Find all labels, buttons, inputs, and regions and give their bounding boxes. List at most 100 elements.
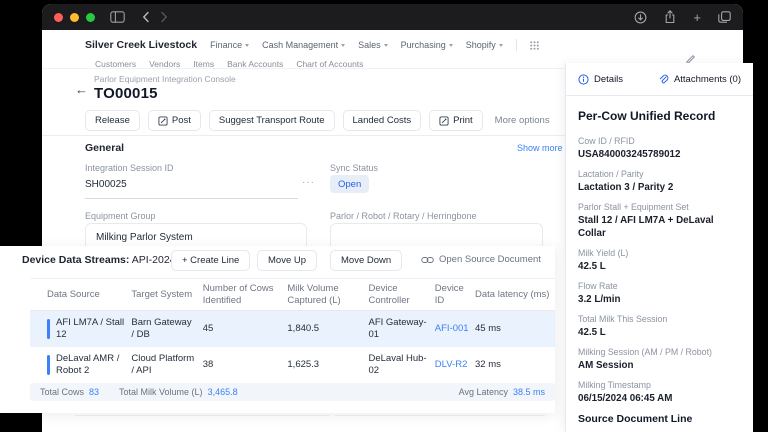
detail-field: Milking Timestamp 06/15/2024 06:45 AM — [578, 380, 741, 405]
company-name[interactable]: Silver Creek Livestock — [85, 39, 197, 51]
divider — [516, 39, 517, 51]
share-icon[interactable] — [664, 10, 676, 24]
app-navbar: Silver Creek Livestock Finance Cash Mana… — [85, 37, 733, 53]
detail-field: Cow ID / RFID USA840003245789012 — [578, 136, 741, 161]
page-title: TO00015 — [94, 85, 158, 102]
cell-milk-volume: 1,840.5 — [287, 311, 368, 347]
create-line-button[interactable]: + Create Line — [171, 250, 250, 271]
detail-field: Milk Yield (L) 42.5 L — [578, 248, 741, 273]
cell-device-controller: DeLaval Hub-02 — [368, 347, 434, 383]
parlor-type-label: Parlor / Robot / Rotary / Herringbone — [330, 211, 477, 221]
col-milk-volume: Milk Volume Captured (L) — [287, 279, 368, 310]
col-target-system: Target System — [131, 279, 202, 310]
close-window-button[interactable] — [54, 13, 63, 22]
info-icon — [578, 74, 589, 85]
detail-field: Flow Rate 3.2 L/min — [578, 281, 741, 306]
cell-cows: 38 — [203, 347, 288, 383]
chevron-down-icon — [449, 44, 453, 47]
menu-purchasing[interactable]: Purchasing — [401, 40, 453, 50]
col-device-controller: Device Controller — [368, 279, 434, 310]
table-footer: Total Cows 83 Total Milk Volume (L) 3,46… — [30, 383, 555, 401]
total-milk-volume: Total Milk Volume (L) 3,465.8 — [119, 387, 238, 397]
sidebar-tabbar: Details Attachments (0) — [566, 63, 753, 96]
cell-data-source: DeLaval AMR / Robot 2 — [30, 347, 131, 383]
status-badge: Open — [330, 175, 369, 193]
col-cows-identified: Number of Cows Identified — [203, 279, 288, 310]
back-arrow-icon[interactable]: ← — [75, 82, 88, 97]
apps-grid-icon[interactable] — [530, 41, 539, 50]
post-button[interactable]: Post — [148, 110, 201, 131]
minimize-window-button[interactable] — [70, 13, 79, 22]
cell-target-system: Cloud Platform / API — [131, 347, 202, 383]
col-device-id: Device ID — [435, 279, 475, 310]
action-toolbar: Release Post Suggest Transport Route Lan… — [85, 110, 554, 131]
avg-latency: Avg Latency 38.5 ms — [459, 387, 545, 397]
cell-milk-volume: 1,625.3 — [287, 347, 368, 383]
chevron-down-icon — [341, 44, 345, 47]
downloads-icon[interactable] — [634, 11, 647, 24]
field-ellipsis-icon[interactable]: ··· — [302, 177, 315, 188]
menu-cash-management[interactable]: Cash Management — [262, 40, 345, 50]
table-row[interactable]: AFI LM7A / Stall 12 Barn Gateway / DB 45… — [30, 311, 555, 347]
chevron-down-icon — [499, 44, 503, 47]
print-button[interactable]: Print — [429, 110, 483, 131]
zoom-window-button[interactable] — [86, 13, 95, 22]
menu-sales[interactable]: Sales — [358, 40, 388, 50]
device-data-streams-panel: Device Data Streams: API-2024 + Create L… — [0, 246, 555, 413]
session-id-field[interactable]: SH00025 — [85, 174, 298, 199]
col-data-latency: Data latency (ms) — [475, 279, 555, 310]
session-id-label: Integration Session ID — [85, 163, 174, 173]
streams-heading: Device Data Streams: API-2024 — [22, 254, 176, 266]
detail-field: Lactation / Parity Lactation 3 / Parity … — [578, 169, 741, 194]
release-button[interactable]: Release — [85, 110, 140, 131]
section-heading-general: General — [85, 142, 124, 154]
move-down-button[interactable]: Move Down — [330, 250, 402, 271]
section-heading-source-document-line: Source Document Line — [578, 413, 741, 425]
sidebar-icon[interactable] — [110, 11, 125, 23]
cell-latency: 45 ms — [475, 311, 555, 347]
equipment-group-label: Equipment Group — [85, 211, 156, 221]
col-data-source: Data Source — [30, 279, 131, 310]
cell-cows: 45 — [203, 311, 288, 347]
move-up-button[interactable]: Move Up — [257, 250, 317, 271]
show-more-link[interactable]: Show more — [517, 143, 563, 153]
breadcrumb[interactable]: Parlor Equipment Integration Console — [94, 74, 236, 84]
browser-titlebar: + — [42, 4, 743, 30]
device-id-link[interactable]: DLV-R2 — [435, 347, 475, 383]
tab-attachments[interactable]: Attachments (0) — [658, 74, 741, 85]
row-accent-bar — [47, 355, 50, 375]
link-chain-icon — [421, 256, 434, 264]
suggest-transport-route-button[interactable]: Suggest Transport Route — [209, 110, 335, 131]
landed-costs-button[interactable]: Landed Costs — [343, 110, 422, 131]
post-edit-icon — [158, 116, 168, 126]
row-accent-bar — [47, 319, 50, 339]
cell-latency: 32 ms — [475, 347, 555, 383]
cell-device-controller: AFI Gateway-01 — [368, 311, 434, 347]
paperclip-icon — [658, 74, 669, 85]
record-heading: Per-Cow Unified Record — [578, 109, 741, 123]
table-row[interactable]: DeLaval AMR / Robot 2 Cloud Platform / A… — [30, 347, 555, 383]
screen: { "browser": { "plus": "+" }, "app_heade… — [0, 0, 768, 432]
device-id-link[interactable]: AFI-001 — [435, 311, 475, 347]
tabs-icon[interactable] — [718, 11, 731, 23]
detail-field: Milking Session (AM / PM / Robot) AM Ses… — [578, 347, 741, 372]
cell-data-source: AFI LM7A / Stall 12 — [30, 311, 131, 347]
sidebar-body: Per-Cow Unified Record Cow ID / RFID USA… — [566, 109, 753, 432]
tab-details[interactable]: Details — [578, 74, 623, 85]
details-sidebar: Details Attachments (0) Per-Cow Unified … — [565, 63, 753, 432]
print-edit-icon — [439, 116, 449, 126]
chevron-down-icon — [245, 44, 249, 47]
back-icon[interactable] — [142, 11, 150, 23]
menu-shopify[interactable]: Shopify — [466, 40, 503, 50]
forward-icon[interactable] — [160, 11, 168, 23]
streams-table: Data Source Target System Number of Cows… — [30, 278, 555, 413]
field-underline — [335, 415, 545, 416]
more-options-button[interactable]: More options — [491, 115, 554, 126]
detail-field: Total Milk This Session 42.5 L — [578, 314, 741, 339]
new-tab-icon[interactable]: + — [693, 11, 701, 24]
cell-target-system: Barn Gateway / DB — [131, 311, 202, 347]
traffic-lights — [54, 13, 95, 22]
total-cows: Total Cows 83 — [40, 387, 99, 397]
menu-finance[interactable]: Finance — [210, 40, 249, 50]
open-source-document-link[interactable]: Open Source Document — [421, 254, 541, 265]
